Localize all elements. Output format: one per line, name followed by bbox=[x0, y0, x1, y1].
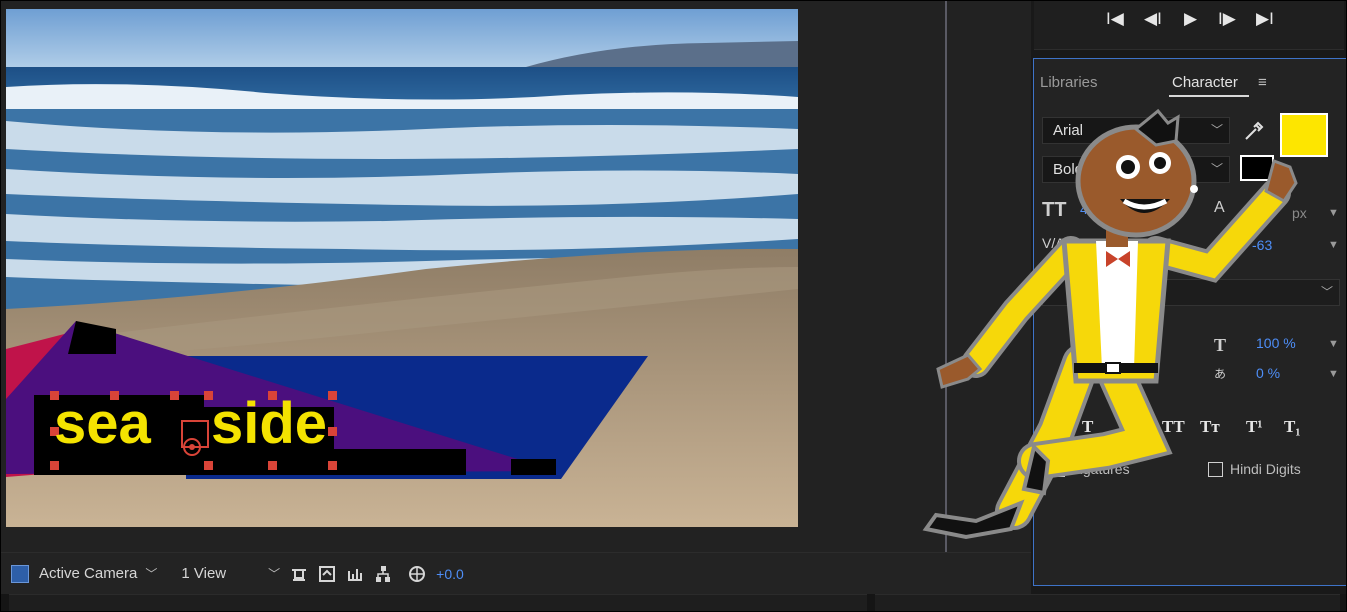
preview-controls: I◀ ◀I ▶ I▶ ▶I bbox=[1034, 1, 1344, 50]
next-frame-button[interactable]: I▶ bbox=[1218, 9, 1236, 29]
previous-frame-button[interactable]: ◀I bbox=[1144, 9, 1162, 29]
grid-toggle-icon[interactable] bbox=[11, 564, 29, 583]
panel-menu-icon[interactable]: ≡ bbox=[1258, 74, 1267, 91]
exposure-icon[interactable] bbox=[408, 565, 426, 583]
snapshot-icon[interactable] bbox=[318, 565, 336, 583]
title-word-side: side bbox=[211, 391, 327, 456]
chevron-down-icon: ﹀ bbox=[268, 567, 281, 581]
tab-character[interactable]: Character bbox=[1172, 74, 1238, 91]
timeline-panel[interactable] bbox=[9, 594, 867, 611]
chevron-down-icon[interactable]: ▼ bbox=[1328, 368, 1339, 380]
last-frame-button[interactable]: ▶I bbox=[1256, 9, 1274, 29]
tab-libraries[interactable]: Libraries bbox=[1040, 74, 1098, 91]
active-tab-indicator bbox=[1169, 95, 1249, 97]
play-button[interactable]: ▶ bbox=[1184, 9, 1197, 29]
view-label: 1 View bbox=[181, 565, 227, 582]
exposure-value[interactable]: +0.0 bbox=[436, 566, 464, 582]
composition-viewer[interactable]: sea side bbox=[1, 1, 1031, 552]
cartoon-figure-illustration bbox=[922, 108, 1298, 540]
camera-label: Active Camera bbox=[39, 565, 138, 582]
chevron-down-icon[interactable]: ▼ bbox=[1328, 338, 1339, 350]
histogram-icon[interactable] bbox=[346, 565, 364, 583]
secondary-panel[interactable] bbox=[875, 594, 1340, 611]
camera-dropdown[interactable]: Active Camera ﹀ bbox=[39, 565, 157, 582]
chevron-down-icon[interactable]: ▼ bbox=[1328, 239, 1339, 251]
flowchart-icon[interactable] bbox=[374, 565, 392, 583]
first-frame-button[interactable]: I◀ bbox=[1106, 9, 1124, 29]
after-effects-window: sea side Active Camera ﹀ 1 View ﹀ +0.0 I… bbox=[0, 0, 1347, 612]
viewer-toolbar: Active Camera ﹀ 1 View ﹀ +0.0 bbox=[1, 552, 1031, 594]
view-layout-dropdown[interactable]: 1 View ﹀ bbox=[181, 565, 280, 582]
beach-footage: sea side bbox=[6, 9, 798, 527]
chevron-down-icon: ﹀ bbox=[145, 567, 158, 581]
title-word-sea: sea bbox=[54, 391, 152, 456]
draft-3d-icon[interactable] bbox=[290, 565, 308, 583]
chevron-down-icon[interactable]: ▼ bbox=[1328, 207, 1339, 219]
composition-frame[interactable]: sea side bbox=[6, 9, 798, 527]
